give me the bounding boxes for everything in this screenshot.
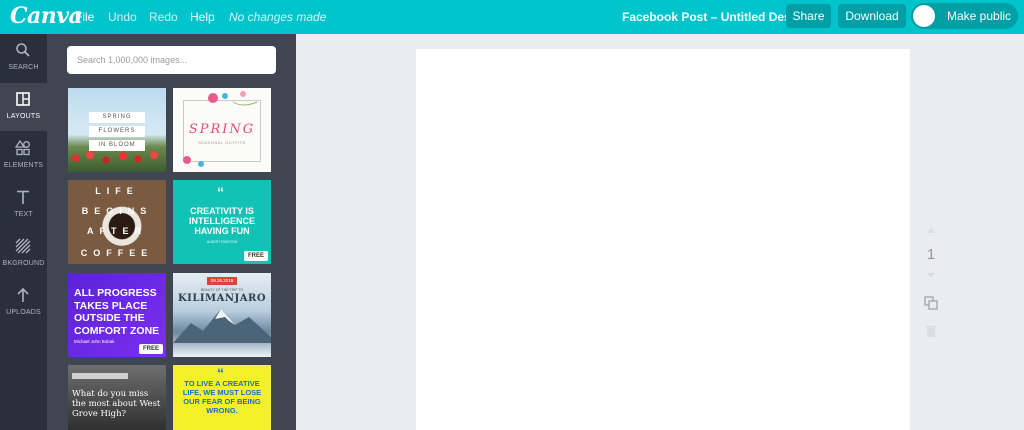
page-up-icon[interactable]	[927, 228, 935, 233]
menu-undo[interactable]: Undo	[108, 10, 137, 24]
free-badge: FREE	[243, 251, 268, 261]
text-icon	[17, 190, 29, 204]
layouts-panel: SPRING FLOWERS IN BLOOM SPRING SEASONAL …	[47, 34, 296, 430]
thumb-text: BEAUTY OF THE TRIP TO	[200, 288, 244, 292]
rail-label: UPLOADS	[6, 309, 41, 316]
thumb-text: AFTER	[87, 226, 147, 236]
menu-help[interactable]: Help	[190, 10, 215, 24]
rail-item-layouts[interactable]: LAYOUTS	[0, 83, 47, 131]
layout-thumbnail-life-begins-after-coffee[interactable]: LIFE BEGINS AFTER COFFEE	[68, 180, 166, 264]
thumb-text	[72, 373, 128, 379]
delete-page-icon[interactable]	[924, 324, 938, 338]
thumb-text: What do you miss the most about West Gro…	[72, 389, 161, 419]
thumb-text: FLOWERS	[89, 126, 145, 137]
image-search-input[interactable]	[67, 46, 276, 74]
thumb-text: CREATIVITY IS INTELLIGENCE HAVING FUN	[188, 206, 255, 236]
canva-logo[interactable]: Canva	[10, 3, 83, 29]
thumb-text: SPRING	[188, 122, 256, 137]
upload-icon	[17, 287, 29, 302]
elements-icon	[15, 140, 30, 156]
layout-thumbnail-creative-life-quote[interactable]: “ TO LIVE A CREATIVE LIFE, WE MUST LOSE …	[173, 365, 271, 430]
layout-thumbnail-creativity-quote[interactable]: “ CREATIVITY IS INTELLIGENCE HAVING FUN …	[173, 180, 271, 264]
search-icon	[16, 43, 30, 57]
duplicate-page-icon[interactable]	[924, 296, 938, 310]
thumb-text: ALBERT EINSTEIN	[206, 240, 238, 244]
rail-label: SEARCH	[8, 64, 39, 71]
rail-label: BKGROUND	[2, 260, 45, 267]
quote-icon: “	[217, 184, 224, 200]
layout-thumbnail-west-grove[interactable]: What do you miss the most about West Gro…	[68, 365, 166, 430]
rail-label: TEXT	[14, 211, 33, 218]
share-button[interactable]: Share	[786, 4, 831, 28]
rail-label: LAYOUTS	[6, 113, 41, 120]
menu-redo[interactable]: Redo	[149, 10, 178, 24]
top-bar: Canva File Undo Redo Help No changes mad…	[0, 0, 1024, 34]
left-rail: SEARCH LAYOUTS ELEMENTS TEXT BKGROUND UP…	[0, 34, 47, 430]
design-canvas[interactable]	[416, 49, 910, 430]
rail-item-elements[interactable]: ELEMENTS	[0, 132, 47, 180]
layouts-icon	[16, 92, 30, 106]
thumb-text: 09.26.2016	[207, 277, 237, 285]
layout-thumbnail-kilimanjaro[interactable]: 09.26.2016 BEAUTY OF THE TRIP TO KILIMAN…	[173, 273, 271, 357]
thumb-text: Michael John Bobak	[74, 339, 115, 344]
make-public-label: Make public	[947, 9, 1012, 23]
download-button[interactable]: Download	[838, 4, 906, 28]
save-status: No changes made	[229, 10, 327, 24]
mountain-icon	[173, 309, 271, 343]
flowers-icon	[72, 151, 158, 164]
layout-thumbnail-spring-outfits[interactable]: SPRING SEASONAL OUTFITS	[173, 88, 271, 172]
rail-item-search[interactable]: SEARCH	[0, 34, 47, 82]
thumb-text: BEGINS	[81, 206, 153, 216]
toggle-knob	[913, 5, 935, 27]
layout-thumbnail-progress-quote[interactable]: ALL PROGRESS TAKES PLACE OUTSIDE THE COM…	[68, 273, 166, 357]
thumb-text: COFFEE	[80, 248, 154, 258]
rail-item-uploads[interactable]: UPLOADS	[0, 279, 47, 327]
background-icon	[15, 238, 31, 254]
thumb-text: SPRING	[89, 112, 145, 123]
page-down-icon[interactable]	[927, 273, 935, 278]
document-title[interactable]: Facebook Post – Untitled Design	[622, 10, 809, 24]
free-badge: FREE	[138, 344, 163, 354]
layout-thumbnail-spring-flowers[interactable]: SPRING FLOWERS IN BLOOM	[68, 88, 166, 172]
rail-label: ELEMENTS	[3, 162, 44, 169]
thumb-text: TO LIVE A CREATIVE LIFE, WE MUST LOSE OU…	[182, 379, 262, 415]
rail-item-text[interactable]: TEXT	[0, 181, 47, 229]
thumb-text: ALL PROGRESS TAKES PLACE OUTSIDE THE COM…	[74, 287, 160, 337]
thumb-text: SEASONAL OUTFITS	[198, 140, 246, 145]
thumb-text: LIFE	[95, 186, 139, 196]
rail-item-background[interactable]: BKGROUND	[0, 230, 47, 278]
menu-file[interactable]: File	[75, 10, 94, 24]
page-number: 1	[926, 246, 936, 263]
make-public-toggle[interactable]: Make public	[911, 3, 1018, 29]
